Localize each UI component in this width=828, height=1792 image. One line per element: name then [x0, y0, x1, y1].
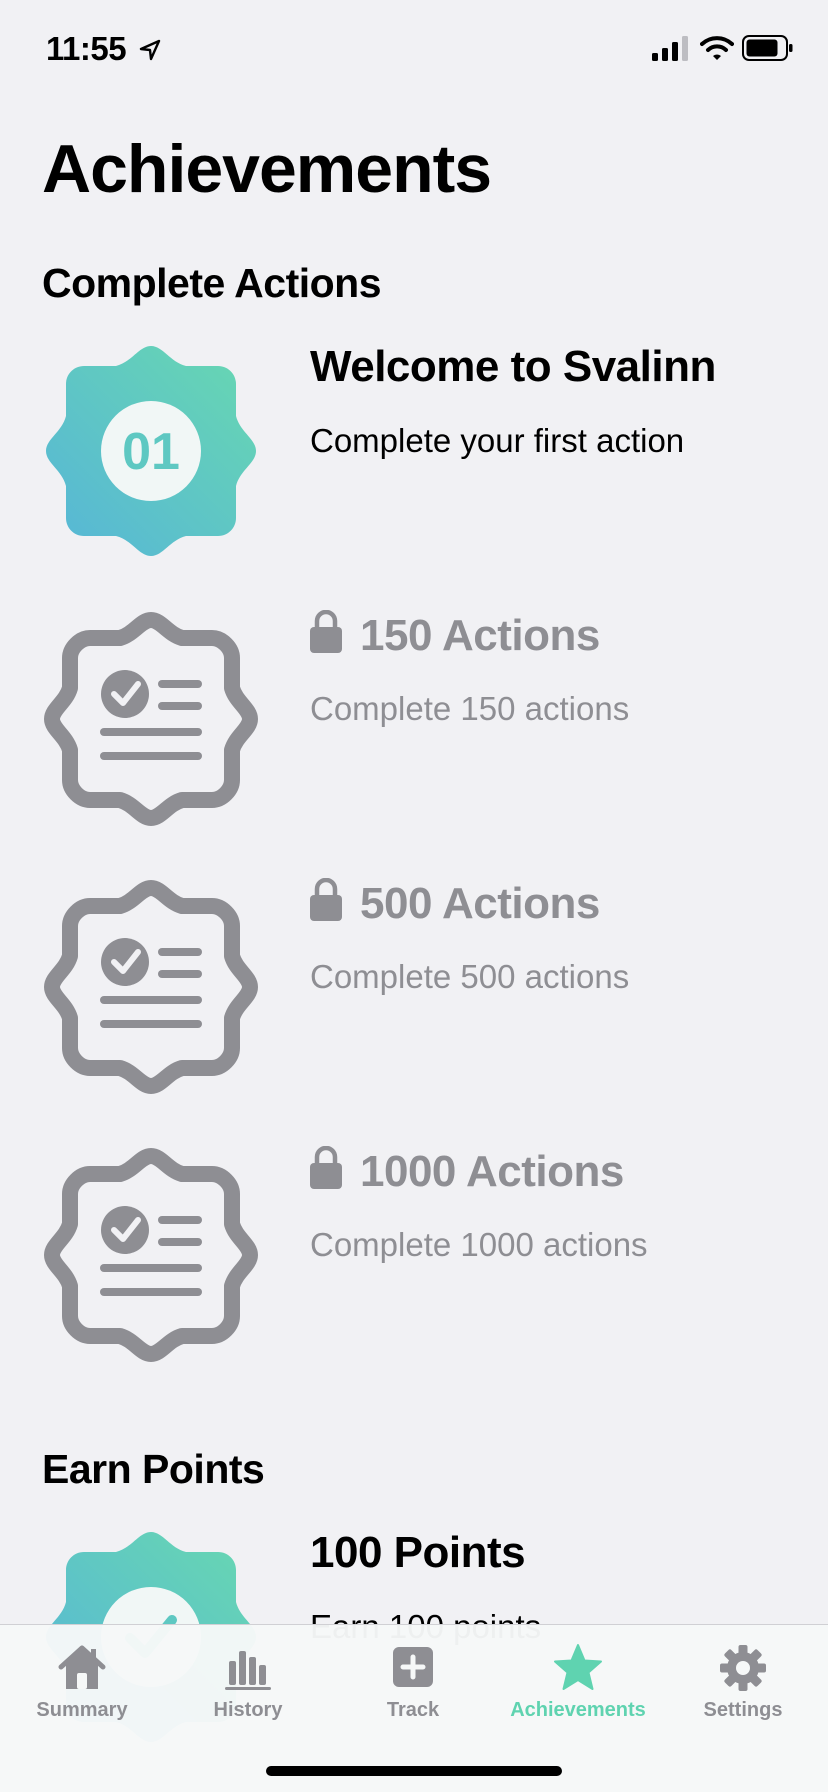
- home-indicator: [266, 1766, 562, 1776]
- wifi-icon: [700, 36, 734, 60]
- checklist-badge-icon: [44, 612, 258, 826]
- achievement-title-row: 500 Actions: [310, 878, 600, 929]
- tab-label: Track: [386, 1699, 440, 1721]
- star-icon: [554, 1644, 602, 1690]
- tab-settings[interactable]: Settings: [663, 1643, 823, 1733]
- tab-label: History: [213, 1699, 283, 1721]
- badge-01-icon: 01: [46, 346, 256, 556]
- bar-chart-icon: [225, 1651, 271, 1690]
- tab-history[interactable]: History: [168, 1643, 328, 1733]
- plus-square-icon: [393, 1647, 433, 1687]
- tab-label: Settings: [703, 1699, 783, 1721]
- tab-track[interactable]: Track: [333, 1643, 493, 1733]
- location-arrow-icon: [139, 39, 161, 61]
- achievement-1000-actions[interactable]: 1000 Actions Complete 1000 actions: [0, 1146, 828, 1376]
- cellular-signal-icon: [652, 36, 688, 61]
- status-bar: 11:55: [0, 0, 828, 100]
- achievement-150-actions[interactable]: 150 Actions Complete 150 actions: [0, 610, 828, 840]
- achievement-title-row: 1000 Actions: [310, 1146, 624, 1197]
- lock-icon: [310, 878, 342, 921]
- page-title: Achievements: [42, 131, 492, 207]
- achievement-description: Complete 150 actions: [310, 690, 630, 727]
- achievement-title: 100 Points: [310, 1528, 526, 1577]
- gear-icon: [720, 1645, 766, 1691]
- svg-text:01: 01: [122, 423, 180, 481]
- achievement-welcome[interactable]: 01 Welcome to Svalinn Complete your firs…: [0, 342, 828, 572]
- status-time: 11:55: [46, 30, 127, 67]
- lock-icon: [310, 1146, 342, 1189]
- achievement-title: 1000 Actions: [360, 1147, 624, 1196]
- tab-label: Achievements: [510, 1699, 646, 1721]
- battery-icon: [742, 35, 793, 61]
- checklist-badge-icon: [44, 880, 258, 1094]
- section-title-earn-points: Earn Points: [42, 1446, 265, 1492]
- achievement-description: Complete 1000 actions: [310, 1226, 648, 1263]
- tab-achievements[interactable]: Achievements: [498, 1643, 658, 1733]
- achievement-title: 150 Actions: [360, 611, 600, 660]
- achievement-title: 500 Actions: [360, 879, 600, 928]
- section-title-complete-actions: Complete Actions: [42, 260, 382, 306]
- achievement-500-actions[interactable]: 500 Actions Complete 500 actions: [0, 878, 828, 1108]
- tab-label: Summary: [36, 1699, 128, 1721]
- achievement-description: Complete 500 actions: [310, 958, 630, 995]
- lock-icon: [310, 610, 342, 653]
- house-icon: [58, 1645, 106, 1689]
- achievement-title-row: 150 Actions: [310, 610, 600, 661]
- checklist-badge-icon: [44, 1148, 258, 1362]
- achievement-title: Welcome to Svalinn: [310, 342, 716, 391]
- achievement-description: Complete your first action: [310, 422, 685, 459]
- tab-summary[interactable]: Summary: [2, 1643, 162, 1733]
